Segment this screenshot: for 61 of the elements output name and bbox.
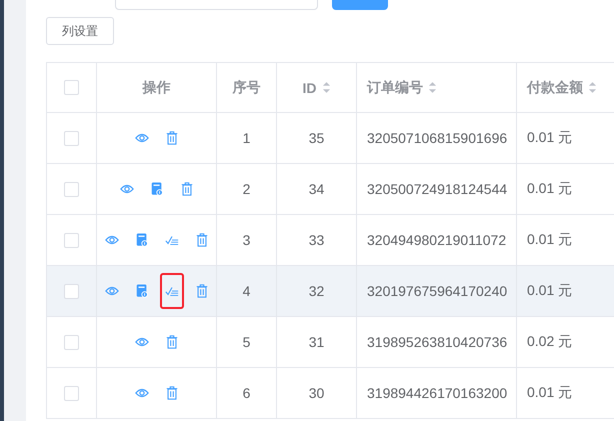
table-cell: 4 [242,283,250,299]
document-icon[interactable] [150,182,164,196]
table-row[interactable]: 4 32 320197675964170240 0.01 元 [47,266,614,317]
eye-icon[interactable] [134,131,148,145]
trash-icon[interactable] [194,284,208,298]
document-icon[interactable] [134,284,148,298]
table-cell: 33 [308,232,324,248]
table-row[interactable]: 3 33 320494980219011072 0.01 元 [47,215,614,266]
sort-icon[interactable] [322,81,330,94]
column-header: 订单编号 [367,78,423,96]
sort-icon[interactable] [428,81,437,94]
sort-icon[interactable] [588,81,597,94]
column-header: 操作 [142,78,170,96]
table-cell: 1 [242,130,250,146]
table-cell: 3 [242,232,250,248]
trash-icon[interactable] [164,335,178,349]
table-cell: 6 [242,385,250,401]
row-checkbox[interactable] [64,284,79,298]
trash-icon[interactable] [164,386,178,400]
row-checkbox[interactable] [64,334,79,350]
table-cell: 0.01 元 [527,231,572,249]
eye-icon[interactable] [104,233,118,247]
eye-icon[interactable] [134,335,148,349]
trash-icon[interactable] [164,131,178,145]
table-row[interactable]: 6 30 319894426170163200 0.01 元 [47,368,614,419]
table-cell: 320197675964170240 [367,283,508,299]
table-cell: 2 [242,181,250,197]
column-settings-button[interactable]: 列设置 [46,17,114,45]
document-icon[interactable] [134,233,148,247]
eye-icon[interactable] [120,182,134,196]
table-cell: 35 [308,130,324,146]
column-header: 付款金额 [527,78,583,96]
row-checkbox[interactable] [64,232,79,248]
row-checkbox[interactable] [64,386,79,400]
table-cell: 320494980219011072 [367,232,506,248]
table-cell: 0.01 元 [527,282,572,300]
column-header: ID [302,80,316,96]
table-cell: 31 [308,334,324,350]
row-checkbox[interactable] [64,130,79,146]
table-row[interactable]: 5 31 319895263810420736 0.02 元 [47,317,614,368]
table-cell: 30 [308,385,324,401]
table-cell: 320500724918124544 [367,181,508,197]
table-cell: 0.02 元 [527,333,572,351]
trash-icon[interactable] [180,182,194,196]
table-cell: 34 [308,181,324,197]
row-checkbox[interactable] [64,182,79,196]
table-cell: 0.01 元 [527,129,572,147]
table-cell: 0.01 元 [527,384,572,402]
select-all-checkbox[interactable] [64,80,79,95]
table-row[interactable]: 1 35 320507106815901696 0.01 元 [47,113,614,164]
table-cell: 32 [308,283,324,299]
table-row[interactable]: 2 34 320500724918124544 0.01 元 [47,164,614,215]
trash-icon[interactable] [194,233,208,247]
table-cell: 319895263810420736 [367,334,508,350]
eye-icon[interactable] [104,284,118,298]
eye-icon[interactable] [134,386,148,400]
table-cell: 320507106815901696 [367,130,508,146]
table-cell: 319894426170163200 [367,385,508,401]
table-cell: 0.01 元 [527,180,572,198]
table-cell: 5 [242,334,250,350]
column-header: 序号 [232,78,260,96]
